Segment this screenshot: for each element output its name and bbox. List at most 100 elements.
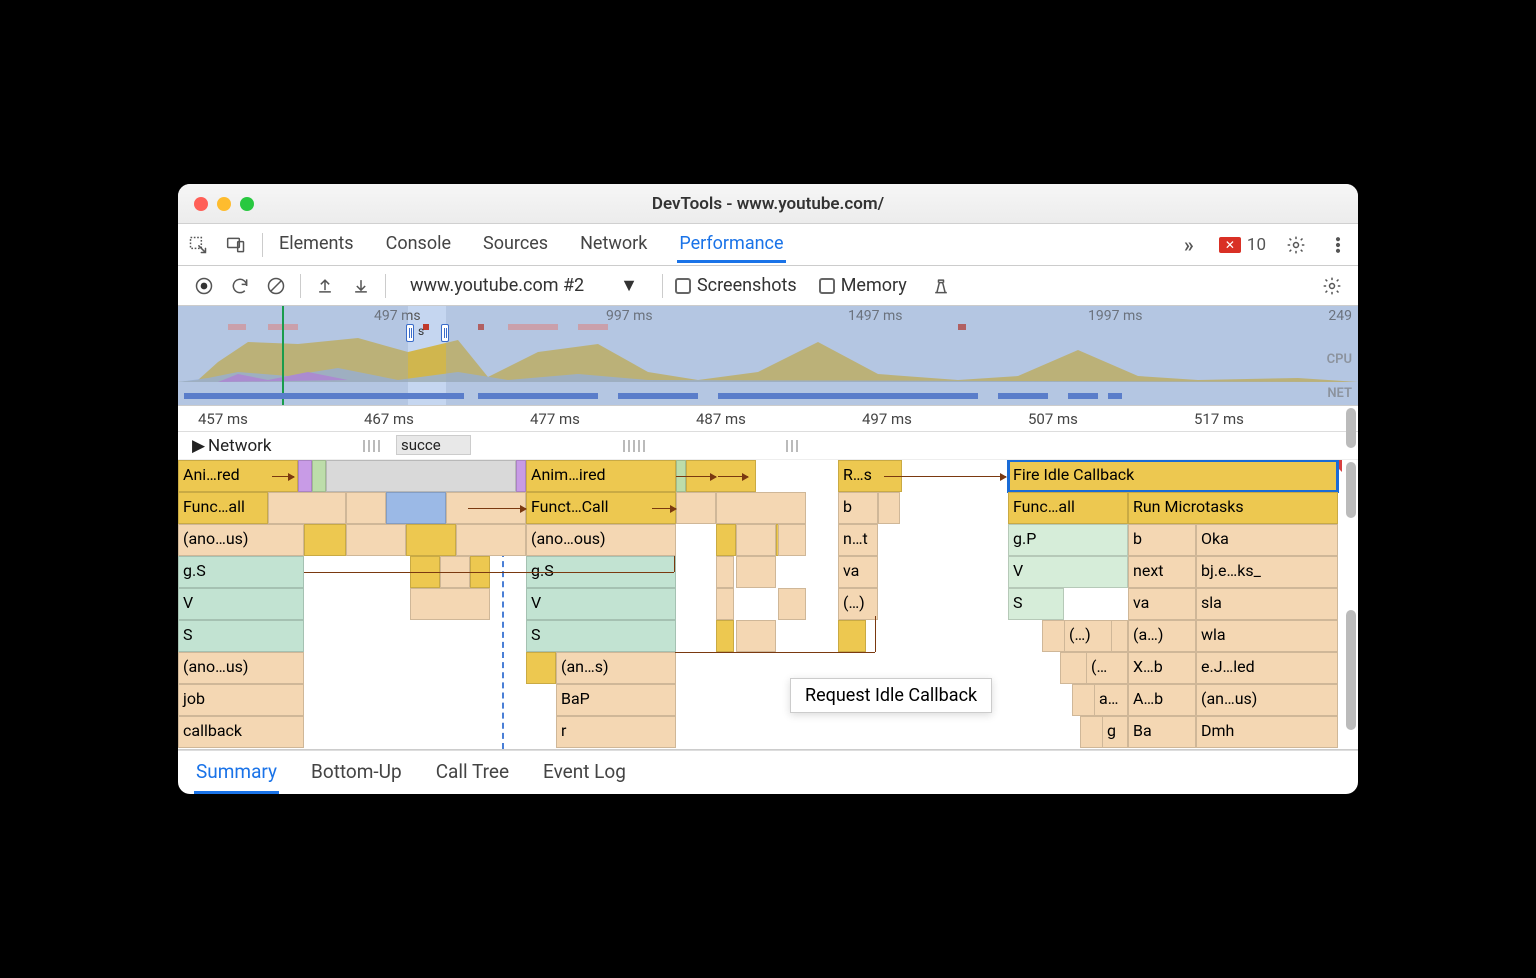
- flame-bar[interactable]: g: [1102, 716, 1128, 748]
- tab-summary[interactable]: Summary: [194, 752, 279, 794]
- timeline-overview[interactable]: 497 ms 997 ms 1497 ms 1997 ms 249 CPU NE…: [178, 306, 1358, 406]
- recording-select[interactable]: www.youtube.com #2 ▼: [410, 275, 638, 296]
- clear-icon[interactable]: [264, 274, 288, 298]
- memory-checkbox[interactable]: Memory: [819, 275, 907, 296]
- flame-bar[interactable]: g.S: [178, 556, 304, 588]
- flame-bar[interactable]: Ba: [1128, 716, 1196, 748]
- flame-bar[interactable]: [716, 620, 734, 652]
- settings-gear-icon[interactable]: [1284, 233, 1308, 257]
- error-count[interactable]: 10: [1247, 235, 1266, 255]
- reload-record-icon[interactable]: [228, 274, 252, 298]
- flame-bar[interactable]: [716, 588, 734, 620]
- device-toggle-icon[interactable]: [224, 233, 248, 257]
- flame-bar[interactable]: [326, 460, 516, 492]
- kebab-menu-icon[interactable]: [1326, 233, 1350, 257]
- tab-bottom-up[interactable]: Bottom-Up: [309, 752, 404, 794]
- flame-bar[interactable]: e.J…led: [1196, 652, 1338, 684]
- flame-bar[interactable]: (an…us): [1196, 684, 1338, 716]
- inspect-element-icon[interactable]: [186, 233, 210, 257]
- more-tabs-icon[interactable]: »: [1177, 233, 1201, 257]
- flame-bar[interactable]: Oka: [1196, 524, 1338, 556]
- flame-bar[interactable]: [736, 556, 776, 588]
- tab-network[interactable]: Network: [578, 227, 649, 263]
- flame-bar[interactable]: [736, 620, 776, 652]
- timeline-ruler[interactable]: 457 ms 467 ms 477 ms 487 ms 497 ms 507 m…: [178, 406, 1358, 432]
- flame-bar-selected[interactable]: Fire Idle Callback: [1008, 460, 1338, 492]
- flame-bar[interactable]: S: [178, 620, 304, 652]
- flame-bar[interactable]: b: [1128, 524, 1196, 556]
- tab-call-tree[interactable]: Call Tree: [434, 752, 511, 794]
- flame-bar[interactable]: (ano…ous): [526, 524, 676, 556]
- flame-bar[interactable]: va: [1128, 588, 1196, 620]
- flame-bar[interactable]: [346, 524, 406, 556]
- flame-bar[interactable]: [304, 524, 346, 556]
- close-window-button[interactable]: [194, 197, 208, 211]
- flame-bar[interactable]: bj.e…ks_: [1196, 556, 1338, 588]
- record-button-icon[interactable]: [192, 274, 216, 298]
- flame-bar[interactable]: BaP: [556, 684, 676, 716]
- flame-bar[interactable]: [716, 556, 734, 588]
- overview-handle-left[interactable]: [406, 324, 414, 342]
- flame-bar[interactable]: [516, 460, 526, 492]
- flame-bar[interactable]: g.P: [1008, 524, 1128, 556]
- flame-bar[interactable]: [298, 460, 312, 492]
- disclosure-triangle-icon[interactable]: ▶: [192, 436, 205, 456]
- flame-bar[interactable]: [268, 492, 346, 524]
- tab-event-log[interactable]: Event Log: [541, 752, 628, 794]
- zoom-window-button[interactable]: [240, 197, 254, 211]
- flame-bar[interactable]: n…t: [838, 524, 878, 556]
- vertical-scrollbar-thumb[interactable]: [1346, 610, 1356, 730]
- flame-bar[interactable]: Run Microtasks: [1128, 492, 1338, 524]
- flame-bar[interactable]: [386, 492, 446, 524]
- flame-bar[interactable]: [676, 492, 716, 524]
- flame-bar[interactable]: [878, 492, 900, 524]
- tab-elements[interactable]: Elements: [277, 227, 356, 263]
- flame-bar[interactable]: [736, 524, 776, 556]
- flame-bar[interactable]: [716, 492, 806, 524]
- flame-bar[interactable]: S: [526, 620, 676, 652]
- capture-settings-gear-icon[interactable]: [1320, 274, 1344, 298]
- flame-bar[interactable]: [346, 492, 386, 524]
- flame-bar[interactable]: [778, 524, 806, 556]
- flame-bar[interactable]: [778, 588, 806, 620]
- network-request-chip[interactable]: succe: [396, 435, 471, 455]
- flame-bar[interactable]: [716, 524, 736, 556]
- flame-bar[interactable]: wla: [1196, 620, 1338, 652]
- flame-bar[interactable]: r: [556, 716, 676, 748]
- flame-bar[interactable]: va: [838, 556, 878, 588]
- vertical-scrollbar-thumb[interactable]: [1346, 462, 1356, 518]
- flame-bar[interactable]: V: [178, 588, 304, 620]
- flame-bar[interactable]: A…b: [1128, 684, 1196, 716]
- flame-chart[interactable]: Ani…red Func…all (ano…us) g.S V S (ano…u…: [178, 460, 1358, 750]
- flame-bar[interactable]: Func…all: [178, 492, 268, 524]
- upload-profile-icon[interactable]: [313, 274, 337, 298]
- flame-bar[interactable]: Anim…ired: [526, 460, 676, 492]
- flame-bar[interactable]: callback: [178, 716, 304, 748]
- flame-bar[interactable]: a…: [1094, 684, 1128, 716]
- flame-bar[interactable]: V: [1008, 556, 1128, 588]
- tab-sources[interactable]: Sources: [481, 227, 550, 263]
- flame-bar[interactable]: (ano…us): [178, 652, 304, 684]
- flame-bar[interactable]: S: [1008, 588, 1064, 620]
- flame-bar[interactable]: V: [526, 588, 676, 620]
- flame-bar[interactable]: next: [1128, 556, 1196, 588]
- flame-bar[interactable]: [312, 460, 326, 492]
- overview-handle-right[interactable]: [441, 324, 449, 342]
- flame-bar[interactable]: (a…): [1128, 620, 1196, 652]
- flame-bar[interactable]: [406, 524, 456, 556]
- flame-bar[interactable]: [456, 524, 526, 556]
- flame-bar[interactable]: X…b: [1128, 652, 1196, 684]
- network-track-header[interactable]: ▶ Network succe: [178, 432, 1358, 460]
- flame-bar[interactable]: b: [838, 492, 878, 524]
- download-profile-icon[interactable]: [349, 274, 373, 298]
- flame-bar[interactable]: sla: [1196, 588, 1338, 620]
- minimize-window-button[interactable]: [217, 197, 231, 211]
- flame-bar[interactable]: Dmh: [1196, 716, 1338, 748]
- error-badge-icon[interactable]: ✕: [1219, 237, 1241, 253]
- flame-bar[interactable]: Func…all: [1008, 492, 1128, 524]
- garbage-collect-icon[interactable]: [929, 274, 953, 298]
- flame-bar[interactable]: job: [178, 684, 304, 716]
- flame-bar[interactable]: (…): [1064, 620, 1112, 652]
- tab-performance[interactable]: Performance: [677, 227, 785, 263]
- flame-bar[interactable]: [410, 588, 490, 620]
